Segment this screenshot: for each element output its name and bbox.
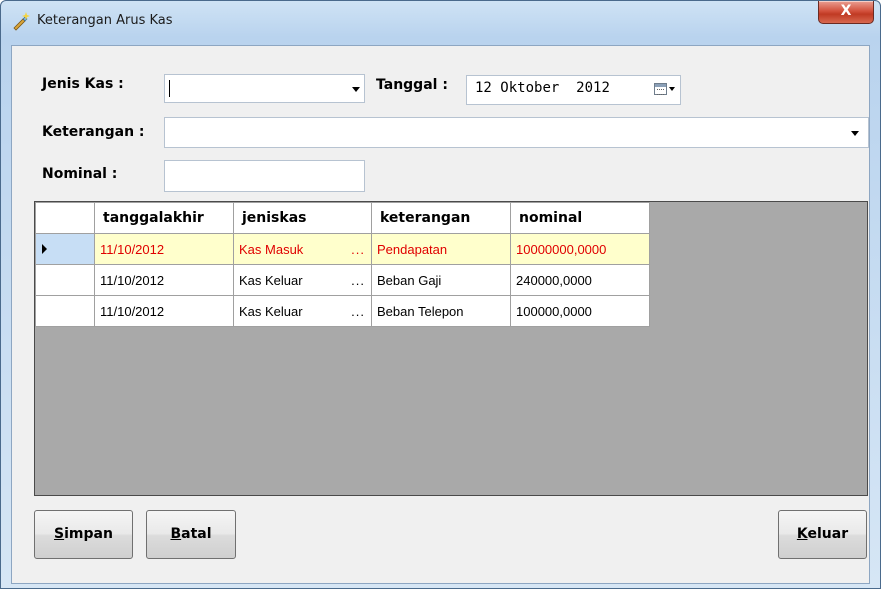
row-header[interactable] <box>35 233 95 265</box>
chevron-down-icon[interactable] <box>851 131 859 136</box>
cell-nominal[interactable]: 10000000,0000 <box>510 233 650 265</box>
tanggal-date-picker[interactable]: 12 Oktober 2012 <box>466 75 681 105</box>
cell-keterangan[interactable]: Pendapatan <box>371 233 511 265</box>
cell-jeniskas-text: Kas Keluar <box>239 272 303 288</box>
simpan-mnemonic: S <box>54 526 65 542</box>
keterangan-label: Keterangan : <box>42 124 145 140</box>
ellipsis-button[interactable]: ... <box>351 242 365 257</box>
grid-header-row: tanggalakhir jeniskas keterangan nominal <box>35 202 650 234</box>
batal-mnemonic: B <box>170 526 182 542</box>
keluar-label: eluar <box>807 526 849 542</box>
nominal-input[interactable] <box>164 160 365 192</box>
tanggal-month[interactable]: Oktober <box>500 80 559 96</box>
cell-keterangan[interactable]: Beban Gaji <box>371 264 511 296</box>
data-grid-table: tanggalakhir jeniskas keterangan nominal… <box>35 202 650 327</box>
close-button[interactable]: X <box>818 1 874 24</box>
batal-label: atal <box>181 526 212 542</box>
cell-tanggalakhir[interactable]: 11/10/2012 <box>94 264 234 296</box>
simpan-button[interactable]: Simpan <box>34 510 133 559</box>
cell-jeniskas-text: Kas Masuk <box>239 241 304 257</box>
text-caret <box>169 80 170 97</box>
keluar-mnemonic: K <box>796 526 808 542</box>
nominal-label: Nominal : <box>42 166 118 182</box>
calendar-icon[interactable] <box>654 83 667 95</box>
cell-tanggalakhir[interactable]: 11/10/2012 <box>94 295 234 327</box>
title-bar[interactable]: Keterangan Arus Kas X <box>1 1 880 45</box>
column-header-keterangan[interactable]: keterangan <box>371 202 511 234</box>
keterangan-combobox[interactable] <box>164 117 869 148</box>
cell-jeniskas-text: Kas Keluar <box>239 303 303 319</box>
cell-tanggalakhir[interactable]: 11/10/2012 <box>94 233 234 265</box>
close-icon: X <box>840 3 852 19</box>
cell-jeniskas[interactable]: Kas Masuk... <box>233 233 372 265</box>
row-header[interactable] <box>35 264 95 296</box>
cell-nominal[interactable]: 100000,0000 <box>510 295 650 327</box>
grid-corner-cell[interactable] <box>35 202 95 234</box>
ellipsis-button[interactable]: ... <box>351 273 365 288</box>
tanggal-year[interactable]: 2012 <box>576 80 610 96</box>
data-grid[interactable]: tanggalakhir jeniskas keterangan nominal… <box>34 201 868 496</box>
cell-keterangan[interactable]: Beban Telepon <box>371 295 511 327</box>
pencil-sparkle-icon <box>13 12 30 31</box>
tanggal-value: 12 Oktober 2012 <box>475 80 610 96</box>
cell-jeniskas[interactable]: Kas Keluar... <box>233 295 372 327</box>
cell-nominal[interactable]: 240000,0000 <box>510 264 650 296</box>
row-pointer-icon <box>42 244 47 254</box>
column-header-tanggalakhir[interactable]: tanggalakhir <box>94 202 234 234</box>
column-header-jeniskas[interactable]: jeniskas <box>233 202 372 234</box>
table-row[interactable]: 11/10/2012 Kas Keluar... Beban Telepon 1… <box>35 295 650 327</box>
table-row[interactable]: 11/10/2012 Kas Masuk... Pendapatan 10000… <box>35 233 650 265</box>
window-title: Keterangan Arus Kas <box>37 13 173 28</box>
tanggal-label: Tanggal : <box>376 77 448 93</box>
row-header[interactable] <box>35 295 95 327</box>
table-row[interactable]: 11/10/2012 Kas Keluar... Beban Gaji 2400… <box>35 264 650 296</box>
chevron-down-icon[interactable] <box>669 87 675 91</box>
chevron-down-icon[interactable] <box>352 87 360 92</box>
simpan-label: impan <box>64 526 113 542</box>
batal-button[interactable]: Batal <box>146 510 236 559</box>
column-header-nominal[interactable]: nominal <box>510 202 650 234</box>
keluar-button[interactable]: Keluar <box>778 510 867 559</box>
jenis-kas-label: Jenis Kas : <box>42 76 124 92</box>
tanggal-day[interactable]: 12 <box>475 80 492 96</box>
jenis-kas-combobox[interactable] <box>164 74 365 103</box>
ellipsis-button[interactable]: ... <box>351 304 365 319</box>
cell-jeniskas[interactable]: Kas Keluar... <box>233 264 372 296</box>
